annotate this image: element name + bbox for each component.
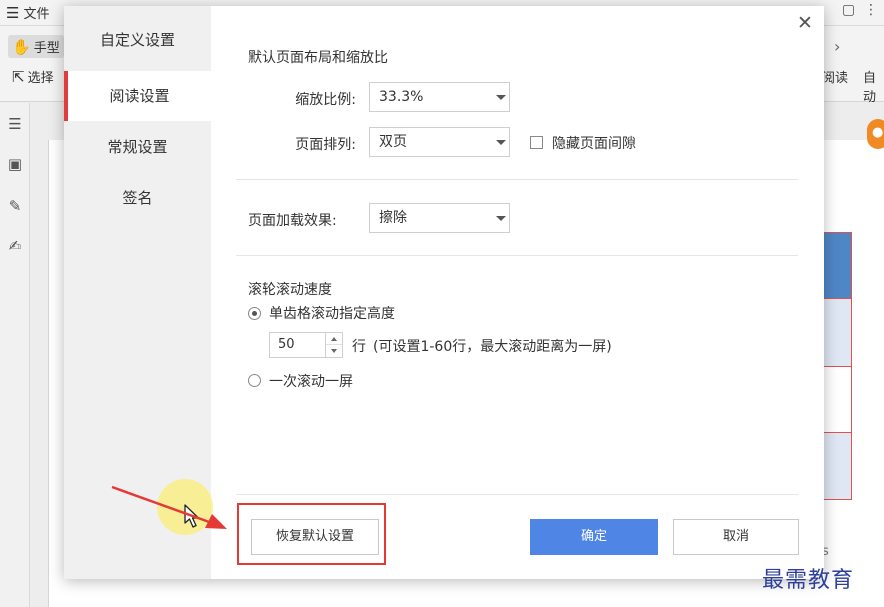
annotation-arrow [111, 485, 227, 529]
watermark: 最需教育 [762, 568, 855, 593]
